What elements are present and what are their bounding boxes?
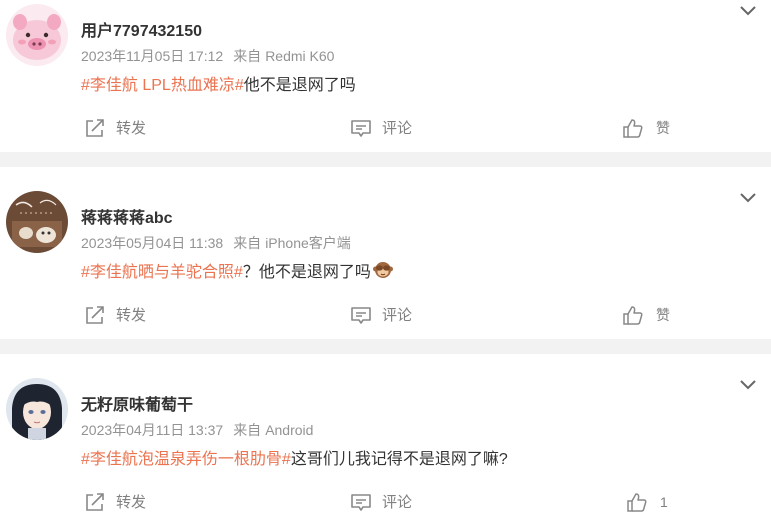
- source-label: 来自: [233, 48, 262, 64]
- comment-label: 评论: [382, 494, 413, 511]
- thumbs-up-icon: [623, 119, 643, 138]
- chevron-down-icon[interactable]: [739, 191, 757, 203]
- post-text: 他不是退网了吗: [243, 77, 356, 94]
- repost-label: 转发: [116, 494, 147, 511]
- post-text: 这哥们儿我记得不是退网了嘛?: [290, 451, 508, 468]
- post-date[interactable]: 2023年11月05日 17:12: [81, 48, 223, 64]
- repost-button[interactable]: 转发: [84, 117, 146, 138]
- comment-bubble-icon: [351, 493, 371, 511]
- post-meta: 2023年11月05日 17:12 来自 Redmi K60: [81, 46, 334, 66]
- comment-button[interactable]: 评论: [350, 304, 412, 325]
- source-device: iPhone客户端: [265, 235, 351, 251]
- username[interactable]: 蒋蒋蒋蒋abc: [81, 204, 173, 228]
- topic-link[interactable]: #李佳航 LPL热血难凉#: [81, 77, 244, 94]
- see-no-evil-monkey-icon: [372, 260, 393, 285]
- like-label: 赞: [656, 120, 670, 136]
- avatar[interactable]: [6, 4, 68, 66]
- source-label: 来自: [233, 422, 262, 438]
- comment-button[interactable]: 评论: [350, 117, 412, 138]
- source-label: 来自: [233, 235, 262, 251]
- repost-label: 转发: [116, 120, 147, 137]
- share-arrow-icon: [86, 492, 104, 511]
- chevron-down-icon[interactable]: [739, 4, 757, 16]
- post-content: #李佳航泡温泉弄伤一根肋骨#这哥们儿我记得不是退网了嘛?: [81, 445, 508, 469]
- like-label: 赞: [656, 307, 670, 323]
- post-date[interactable]: 2023年04月11日 13:37: [81, 422, 223, 438]
- post-card: 蒋蒋蒋蒋abc 2023年05月04日 11:38 来自 iPhone客户端 #李佳…: [0, 167, 771, 339]
- source-device: Redmi K60: [265, 48, 335, 64]
- avatar[interactable]: [6, 191, 68, 253]
- repost-button[interactable]: 转发: [84, 491, 146, 512]
- anime-character-avatar: [6, 378, 68, 440]
- post-text: ？他不是退网了吗: [242, 264, 371, 281]
- repost-button[interactable]: 转发: [84, 304, 146, 325]
- comment-label: 评论: [382, 120, 413, 137]
- brown-doodle-avatar: [6, 191, 68, 253]
- chevron-down-icon[interactable]: [739, 378, 757, 390]
- topic-link[interactable]: #李佳航晒与羊驼合照#: [81, 264, 243, 281]
- post-content: #李佳航晒与羊驼合照#？他不是退网了吗: [81, 258, 393, 285]
- topic-link[interactable]: #李佳航泡温泉弄伤一根肋骨#: [81, 451, 291, 468]
- post-content: #李佳航 LPL热血难凉#他不是退网了吗: [81, 71, 356, 95]
- share-arrow-icon: [86, 305, 104, 324]
- share-arrow-icon: [86, 118, 104, 137]
- like-button[interactable]: 赞: [622, 118, 670, 138]
- post-card: 无籽原味葡萄干 2023年04月11日 13:37 来自 Android #李佳航泡…: [0, 354, 771, 514]
- source-device: Android: [265, 422, 314, 438]
- comment-label: 评论: [382, 307, 413, 324]
- thumbs-up-icon: [627, 493, 647, 512]
- post-date[interactable]: 2023年05月04日 11:38: [81, 235, 223, 251]
- comment-button[interactable]: 评论: [350, 491, 412, 512]
- post-meta: 2023年05月04日 11:38 来自 iPhone客户端: [81, 233, 351, 253]
- like-button[interactable]: 赞: [622, 305, 670, 325]
- comment-bubble-icon: [351, 306, 371, 324]
- post-card: 用户7797432150 2023年11月05日 17:12 来自 Redmi K6…: [0, 0, 771, 152]
- avatar[interactable]: [6, 378, 68, 440]
- like-count: 1: [660, 494, 668, 510]
- repost-label: 转发: [116, 307, 147, 324]
- like-button[interactable]: 1: [626, 492, 668, 512]
- thumbs-up-icon: [623, 306, 643, 325]
- username[interactable]: 无籽原味葡萄干: [81, 391, 193, 415]
- pink-pig-avatar: [6, 4, 68, 66]
- username[interactable]: 用户7797432150: [81, 17, 202, 41]
- comment-bubble-icon: [351, 119, 371, 137]
- post-meta: 2023年04月11日 13:37 来自 Android: [81, 420, 313, 440]
